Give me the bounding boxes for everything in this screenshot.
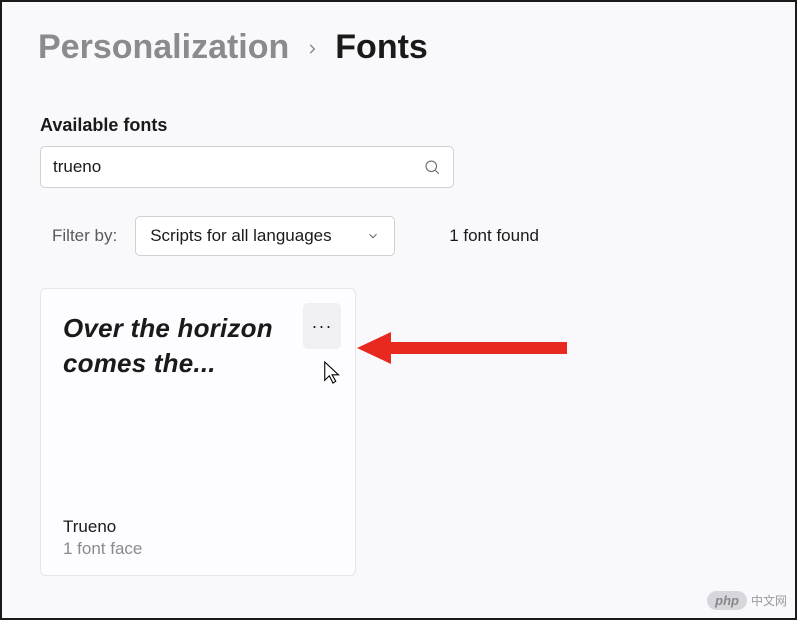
search-icon	[423, 158, 441, 176]
ellipsis-icon: ···	[312, 316, 333, 337]
font-preview-text: Over the horizon comes the...	[63, 311, 273, 381]
filter-selected: Scripts for all languages	[150, 226, 331, 246]
arrow-annotation	[357, 328, 577, 368]
search-input[interactable]	[53, 157, 423, 177]
breadcrumb-parent[interactable]: Personalization	[38, 28, 289, 67]
more-options-button[interactable]: ···	[303, 303, 341, 349]
watermark-text: 中文网	[751, 592, 787, 609]
font-name: Trueno	[63, 517, 335, 537]
watermark: php 中文网	[707, 591, 787, 610]
result-count: 1 font found	[449, 226, 539, 246]
filter-dropdown[interactable]: Scripts for all languages	[135, 216, 395, 256]
breadcrumb: Personalization Fonts	[2, 2, 795, 79]
breadcrumb-current: Fonts	[335, 28, 428, 67]
chevron-down-icon	[366, 229, 380, 243]
font-faces-count: 1 font face	[63, 539, 335, 559]
chevron-right-icon	[305, 32, 319, 63]
font-card[interactable]: Over the horizon comes the... ··· Trueno…	[40, 288, 356, 576]
filter-label: Filter by:	[52, 226, 117, 246]
search-box[interactable]	[40, 146, 454, 188]
watermark-badge: php	[707, 591, 747, 610]
available-fonts-label: Available fonts	[2, 79, 795, 146]
